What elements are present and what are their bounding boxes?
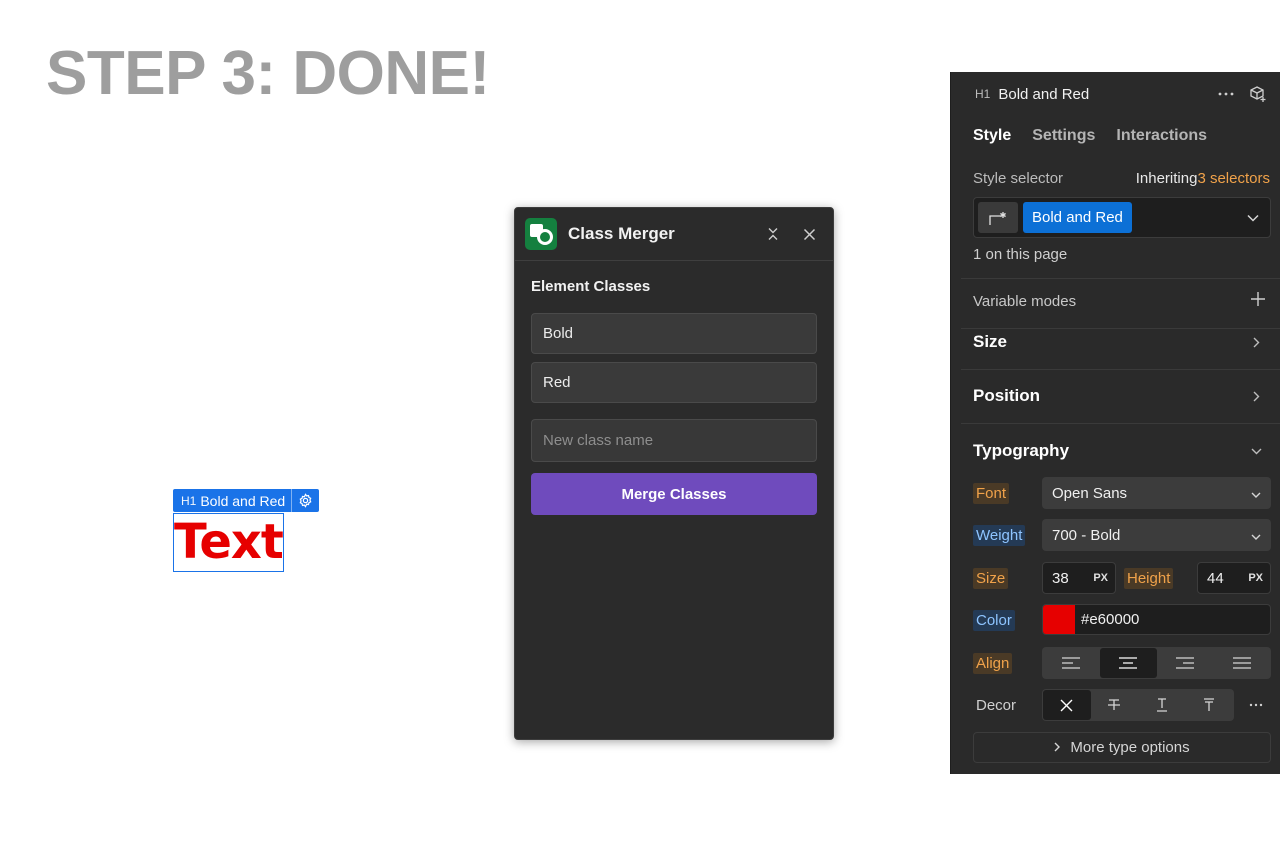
merge-classes-button[interactable]: Merge Classes — [531, 473, 817, 515]
divider — [961, 423, 1280, 424]
font-select[interactable]: Open Sans — [1042, 477, 1271, 509]
tab-style[interactable]: Style — [973, 127, 1011, 145]
dialog-header: Class Merger — [515, 208, 833, 261]
more-type-options-button[interactable]: More type options — [973, 732, 1271, 763]
section-size[interactable]: Size — [951, 328, 1280, 356]
class-item-red[interactable]: Red — [531, 362, 817, 403]
element-class-name: Bold and Red — [200, 492, 286, 509]
align-label[interactable]: Align — [973, 652, 1013, 674]
font-size-label[interactable]: Size — [973, 567, 1009, 589]
dialog-title: Class Merger — [568, 224, 675, 243]
font-label[interactable]: Font — [973, 482, 1010, 504]
color-label[interactable]: Color — [973, 609, 1015, 631]
plus-icon[interactable] — [1250, 291, 1266, 311]
decor-none-icon[interactable] — [1043, 690, 1091, 720]
more-icon[interactable] — [1214, 82, 1238, 106]
chevron-right-icon — [1054, 739, 1061, 756]
decor-label: Decor — [976, 696, 1017, 714]
on-page-count: 1 on this page — [973, 245, 1068, 263]
section-size-label: Size — [973, 332, 1008, 351]
panel-element-tag: H1 — [975, 87, 991, 101]
page-title: STEP 3: DONE! — [46, 39, 490, 108]
selector-state-icon[interactable] — [978, 202, 1018, 233]
divider — [961, 278, 1280, 279]
weight-select[interactable]: 700 - Bold — [1042, 519, 1271, 551]
section-position[interactable]: Position — [951, 382, 1280, 410]
line-height-value: 44 — [1207, 569, 1224, 587]
decor-row: Decor — [951, 689, 1280, 721]
font-value: Open Sans — [1052, 484, 1128, 502]
class-item-bold[interactable]: Bold — [531, 313, 817, 354]
element-classes-heading: Element Classes — [531, 278, 651, 295]
size-height-row: Size 38 PX Height 44 PX — [951, 562, 1280, 594]
component-add-icon[interactable] — [1246, 82, 1270, 106]
chevron-down-icon — [1251, 485, 1261, 502]
element-selection-label[interactable]: H1 Bold and Red — [173, 489, 320, 512]
align-justify-icon[interactable] — [1213, 648, 1270, 678]
color-field[interactable]: #e60000 — [1042, 604, 1271, 635]
style-selector-label: Style selector — [973, 169, 1064, 187]
font-size-value: 38 — [1052, 569, 1069, 587]
line-height-label[interactable]: Height — [1124, 567, 1174, 589]
variable-modes-label: Variable modes — [973, 292, 1077, 310]
tab-settings[interactable]: Settings — [1032, 127, 1095, 145]
style-panel: H1 Bold and Red Style Settings Interacti… — [950, 72, 1280, 774]
chevron-down-icon — [1251, 527, 1261, 544]
section-position-label: Position — [973, 386, 1041, 405]
underline-icon[interactable] — [1138, 690, 1186, 720]
element-tag: H1 — [181, 493, 197, 508]
font-size-input[interactable]: 38 PX — [1042, 562, 1116, 594]
tab-interactions[interactable]: Interactions — [1116, 127, 1207, 145]
font-size-unit[interactable]: PX — [1093, 572, 1108, 584]
section-typography-label: Typography — [973, 441, 1070, 460]
close-icon[interactable] — [795, 220, 823, 248]
panel-element-name: Bold and Red — [998, 85, 1090, 103]
inheriting-label: Inheriting — [1135, 169, 1198, 187]
divider — [961, 369, 1280, 370]
inheriting-selectors-link[interactable]: 3 selectors — [1197, 170, 1270, 187]
weight-value: 700 - Bold — [1052, 526, 1121, 544]
align-center-icon[interactable] — [1099, 648, 1157, 678]
app-logo-icon — [525, 218, 557, 250]
class-merger-dialog: Class Merger Element Classes Bold Red Me… — [514, 207, 834, 740]
gear-icon[interactable] — [291, 489, 319, 512]
chevron-right-icon — [1246, 337, 1266, 348]
variable-modes-row: Variable modes — [951, 288, 1280, 314]
font-row: Font Open Sans — [951, 477, 1280, 509]
strikethrough-icon[interactable] — [1091, 690, 1139, 720]
more-icon[interactable] — [1245, 695, 1267, 715]
heading-text[interactable]: Text — [174, 512, 284, 572]
more-type-options-label: More type options — [1070, 739, 1190, 756]
chevron-down-icon — [1246, 448, 1266, 455]
style-selector-row: Style selector Inheriting 3 selectors — [951, 168, 1280, 188]
section-typography[interactable]: Typography — [951, 437, 1280, 465]
color-hex-value: #e60000 — [1081, 611, 1140, 628]
panel-tabs: Style Settings Interactions — [951, 124, 1280, 148]
line-height-input[interactable]: 44 PX — [1197, 562, 1271, 594]
weight-label[interactable]: Weight — [973, 524, 1026, 546]
overline-icon[interactable] — [1186, 690, 1234, 720]
panel-element-header: H1 Bold and Red — [951, 82, 1280, 106]
selector-field[interactable]: Bold and Red — [973, 197, 1271, 238]
chevron-down-icon[interactable] — [1240, 214, 1266, 222]
align-right-icon[interactable] — [1157, 648, 1214, 678]
line-height-unit[interactable]: PX — [1248, 572, 1263, 584]
weight-row: Weight 700 - Bold — [951, 519, 1280, 551]
decoration-segmented-control — [1042, 689, 1234, 721]
new-class-name-input[interactable] — [531, 419, 817, 462]
chevron-right-icon — [1246, 391, 1266, 402]
align-segmented-control — [1042, 647, 1271, 679]
color-row: Color #e60000 — [951, 604, 1280, 636]
align-row: Align — [951, 647, 1280, 679]
collapse-icon[interactable] — [759, 220, 787, 248]
color-swatch[interactable] — [1043, 605, 1075, 634]
align-left-icon[interactable] — [1043, 648, 1100, 678]
selector-chip[interactable]: Bold and Red — [1023, 202, 1132, 233]
